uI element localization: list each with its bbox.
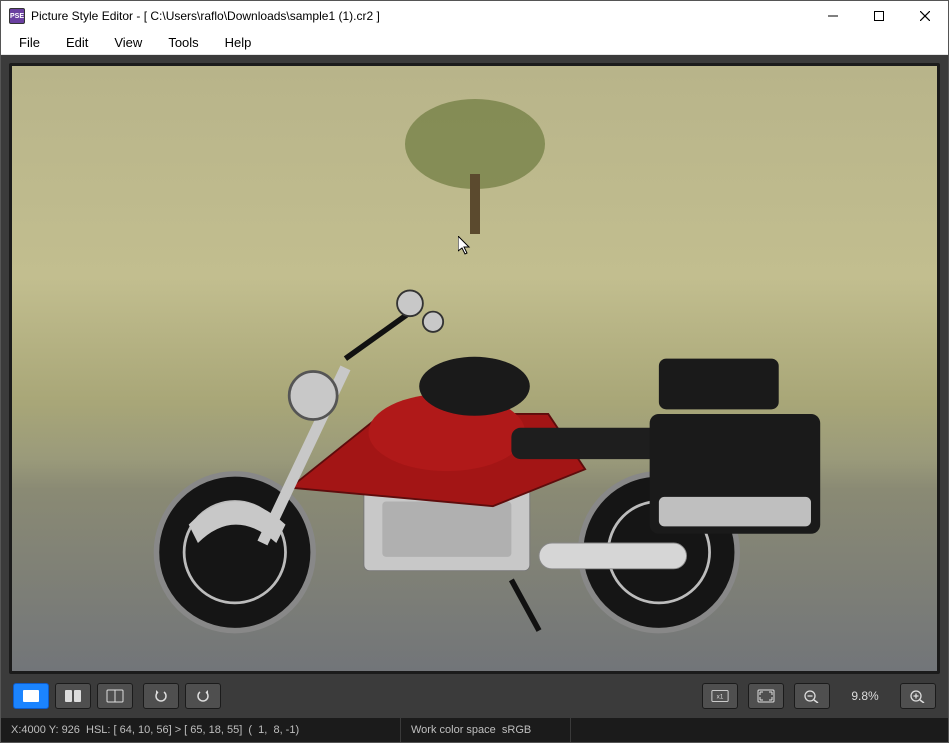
single-view-icon xyxy=(22,689,40,703)
menu-view[interactable]: View xyxy=(104,32,152,53)
image-canvas-frame xyxy=(9,63,940,674)
status-bar: X:4000 Y: 926 HSL: [ 64, 10, 56] > [ 65,… xyxy=(1,718,948,742)
menu-help[interactable]: Help xyxy=(215,32,262,53)
split-view-icon xyxy=(64,689,82,703)
view-single-button[interactable] xyxy=(13,683,49,709)
svg-text:x1: x1 xyxy=(717,693,724,700)
close-button[interactable] xyxy=(902,1,948,31)
title-bar: PSE Picture Style Editor - [ C:\Users\ra… xyxy=(1,1,948,31)
status-coords-hsl: X:4000 Y: 926 HSL: [ 64, 10, 56] > [ 65,… xyxy=(1,718,401,742)
zoom-in-icon xyxy=(909,689,927,703)
zoom-out-button[interactable] xyxy=(794,683,830,709)
minimize-button[interactable] xyxy=(810,1,856,31)
window-controls xyxy=(810,1,948,31)
rotate-ccw-icon xyxy=(152,689,170,703)
status-color-space: Work color space sRGB xyxy=(401,718,571,742)
actual-size-button[interactable]: x1 xyxy=(702,683,738,709)
view-compare-button[interactable] xyxy=(97,683,133,709)
image-subject-motorcycle xyxy=(86,248,863,635)
zoom-out-icon xyxy=(803,689,821,703)
view-toolbar: x1 9.8% xyxy=(9,674,940,712)
menu-bar: File Edit View Tools Help xyxy=(1,31,948,55)
menu-tools[interactable]: Tools xyxy=(158,32,208,53)
image-canvas[interactable] xyxy=(12,66,937,671)
view-mode-group xyxy=(13,683,133,709)
rotate-ccw-button[interactable] xyxy=(143,683,179,709)
scene-tree-icon xyxy=(395,84,555,244)
view-split-button[interactable] xyxy=(55,683,91,709)
close-icon xyxy=(920,11,930,21)
mouse-cursor-icon xyxy=(458,236,474,256)
zoom-in-button[interactable] xyxy=(900,683,936,709)
fit-window-button[interactable] xyxy=(748,683,784,709)
app-icon: PSE xyxy=(9,8,25,24)
rotate-cw-button[interactable] xyxy=(185,683,221,709)
window-title: Picture Style Editor - [ C:\Users\raflo\… xyxy=(31,9,810,23)
rotate-cw-icon xyxy=(194,689,212,703)
rotate-group xyxy=(143,683,221,709)
actual-size-icon: x1 xyxy=(711,689,729,703)
menu-file[interactable]: File xyxy=(9,32,50,53)
zoom-level-label: 9.8% xyxy=(840,689,890,703)
status-filler xyxy=(571,718,948,742)
workspace: x1 9.8% xyxy=(1,55,948,718)
compare-view-icon xyxy=(106,689,124,703)
menu-edit[interactable]: Edit xyxy=(56,32,98,53)
maximize-button[interactable] xyxy=(856,1,902,31)
minimize-icon xyxy=(828,11,838,21)
maximize-icon xyxy=(874,11,884,21)
fit-window-icon xyxy=(757,689,775,703)
